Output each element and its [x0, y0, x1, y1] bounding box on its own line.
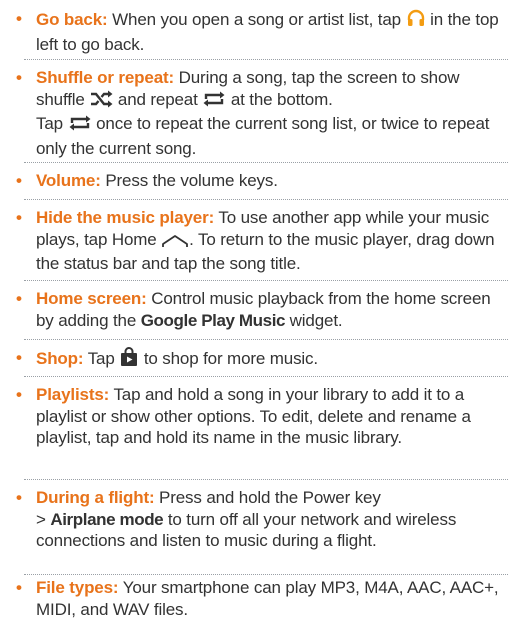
- tip-playlists: • Playlists: Tap and hold a song in your…: [0, 384, 512, 449]
- tip-term: Volume:: [36, 171, 101, 190]
- tip-file-types: • File types: Your smartphone can play M…: [0, 577, 512, 620]
- divider: [24, 59, 508, 60]
- bullet: •: [16, 9, 22, 28]
- tip-text: >: [36, 509, 46, 529]
- tip-text: at the bottom.: [230, 89, 333, 109]
- tip-hide-music-player: • Hide the music player: To use another …: [0, 207, 512, 275]
- tip-text: and repeat: [117, 89, 198, 109]
- tip-text: once to repeat the current song list, or…: [36, 114, 490, 158]
- shuffle-icon: [89, 90, 113, 114]
- divider: [24, 376, 508, 377]
- repeat-icon: [68, 114, 92, 138]
- divider: [24, 199, 508, 200]
- tip-text: Tap: [87, 349, 115, 368]
- headphones-icon: [406, 8, 426, 34]
- tip-text: Tap: [36, 114, 63, 133]
- bullet: •: [16, 578, 22, 597]
- tip-text: Press the volume keys.: [105, 171, 278, 190]
- page: • Go back: When you open a song or artis…: [0, 0, 512, 620]
- tip-term: Home screen:: [36, 289, 147, 308]
- bullet: •: [16, 488, 22, 507]
- bullet: •: [16, 171, 22, 190]
- ui-label: Google Play Music: [140, 310, 286, 330]
- tip-shuffle-or-repeat: • Shuffle or repeat: During a song, tap …: [0, 67, 512, 159]
- bullet: •: [16, 385, 22, 404]
- tip-go-back: • Go back: When you open a song or artis…: [0, 8, 512, 55]
- home-icon: [161, 232, 189, 254]
- tip-term: File types:: [36, 578, 119, 597]
- tip-text: to shop for more music.: [143, 349, 318, 368]
- tip-term: Go back:: [36, 10, 108, 29]
- tip-term: During a flight:: [36, 488, 155, 507]
- bullet: •: [16, 289, 22, 308]
- divider: [24, 280, 508, 281]
- tip-term: Playlists:: [36, 385, 110, 404]
- tip-text: Press and hold the Power key: [159, 488, 381, 507]
- tip-text: widget.: [289, 310, 343, 330]
- bullet: •: [16, 208, 22, 227]
- ui-label: Airplane mode: [50, 509, 164, 529]
- divider: [24, 162, 508, 163]
- bullet: •: [16, 68, 22, 87]
- bullet: •: [16, 348, 22, 367]
- tip-volume: • Volume: Press the volume keys.: [0, 170, 512, 192]
- tip-term: Hide the music player:: [36, 208, 215, 227]
- tip-shop: • Shop: Tap to shop for more music.: [0, 347, 512, 373]
- tip-term: Shuffle or repeat:: [36, 68, 175, 87]
- repeat-icon: [202, 90, 226, 114]
- tip-home-screen: • Home screen: Control music playback fr…: [0, 288, 512, 331]
- divider: [24, 479, 508, 480]
- tip-term: Shop:: [36, 349, 84, 368]
- tip-text: When you open a song or artist list, tap: [112, 10, 401, 29]
- tip-during-a-flight: • During a flight: Press and hold the Po…: [0, 487, 512, 552]
- play-store-icon: [119, 347, 139, 373]
- divider: [24, 574, 508, 575]
- divider: [24, 339, 508, 340]
